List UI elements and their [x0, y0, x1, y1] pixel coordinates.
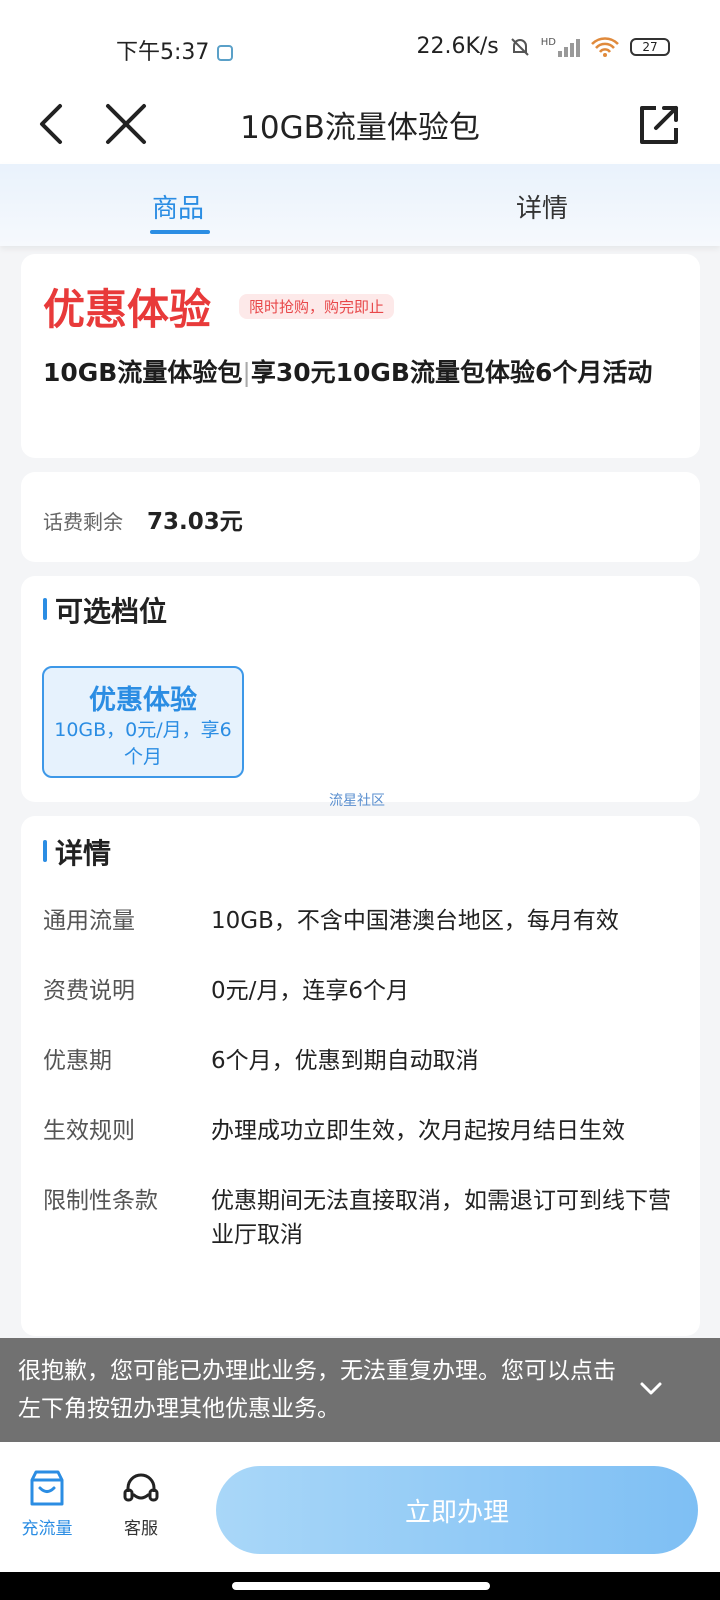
- battery-icon: 27: [630, 37, 670, 56]
- recharge-data-button[interactable]: 充流量: [12, 1468, 82, 1539]
- chevron-down-icon[interactable]: [636, 1374, 666, 1404]
- detail-value: 办理成功立即生效，次月起按月结日生效: [211, 1118, 625, 1144]
- shop-icon: [30, 1470, 64, 1506]
- desc-separator: |: [242, 358, 251, 387]
- section-accent-bar: [43, 840, 47, 862]
- home-indicator[interactable]: [232, 1582, 490, 1590]
- package-name: 10GB流量体验包: [43, 358, 243, 387]
- tier-card: 可选档位 优惠体验 10GB，0元/月，享6个月 流星社区: [21, 576, 700, 809]
- notification-icon: [217, 45, 234, 61]
- detail-label: 限制性条款: [43, 1188, 158, 1214]
- promo-badge: 限时抢购，购完即止: [239, 294, 395, 319]
- notice-toast: 很抱歉，您可能已办理此业务，无法重复办理。您可以点击左下角按钮办理其他优惠业务。: [0, 1338, 720, 1442]
- apply-now-button[interactable]: 立即办理: [216, 1466, 698, 1554]
- cellular-signal-icon: HD: [541, 37, 580, 57]
- tab-details[interactable]: 详情: [516, 188, 568, 225]
- detail-value: 10GB，不含中国港澳台地区，每月有效: [211, 908, 619, 934]
- details-card: 详情 通用流量 10GB，不含中国港澳台地区，每月有效 资费说明 0元/月，连享…: [21, 816, 700, 1336]
- share-icon[interactable]: [630, 96, 686, 152]
- balance-value: 73.03元: [147, 509, 243, 535]
- service-label: 客服: [124, 1519, 158, 1539]
- recharge-label: 充流量: [21, 1519, 73, 1539]
- section-accent-bar: [43, 598, 47, 620]
- tier-option-selected[interactable]: 优惠体验 10GB，0元/月，享6个月: [42, 666, 244, 778]
- mute-bell-icon: [511, 37, 529, 56]
- navbar: 10GB流量体验包: [0, 84, 720, 164]
- tab-bar: 商品 详情: [0, 164, 720, 246]
- battery-level: 27: [642, 39, 658, 54]
- network-speed: 22.6K/s: [416, 34, 499, 59]
- tier-section-title: 可选档位: [55, 595, 168, 628]
- detail-value: 优惠期间无法直接取消，如需退订可到线下营业厅取消: [211, 1188, 671, 1248]
- status-time: 下午5:37: [116, 34, 234, 66]
- detail-label: 生效规则: [43, 1118, 135, 1144]
- bottom-action-bar: 充流量 客服 立即办理: [0, 1442, 720, 1572]
- tier-option-desc: 10GB，0元/月，享6个月: [54, 719, 232, 768]
- wifi-icon: [591, 36, 619, 57]
- system-gesture-area: [0, 1572, 720, 1600]
- status-indicators: 22.6K/s HD 27: [416, 34, 670, 59]
- watermark-text: 流星社区: [329, 793, 385, 809]
- headset-icon: [123, 1473, 159, 1502]
- promo-description: 10GB流量体验包|享30元10GB流量包体验6个月活动: [43, 350, 673, 396]
- details-section-title: 详情: [55, 837, 112, 870]
- clock-text: 下午5:37: [116, 40, 210, 65]
- tab-goods[interactable]: 商品: [152, 188, 204, 225]
- toast-message: 很抱歉，您可能已办理此业务，无法重复办理。您可以点击左下角按钮办理其他优惠业务。: [18, 1358, 616, 1422]
- detail-label: 通用流量: [43, 908, 135, 934]
- page-title: 10GB流量体验包: [240, 110, 480, 146]
- customer-service-button[interactable]: 客服: [106, 1468, 176, 1539]
- status-bar: 下午5:37 22.6K/s HD 27: [0, 0, 720, 84]
- promo-title: 优惠体验: [43, 285, 212, 334]
- detail-value: 6个月，优惠到期自动取消: [211, 1048, 479, 1074]
- detail-label: 资费说明: [43, 978, 135, 1004]
- tier-option-name: 优惠体验: [89, 685, 197, 716]
- hd-label: HD: [540, 36, 556, 48]
- detail-value: 0元/月，连享6个月: [211, 978, 410, 1004]
- balance-label: 话费剩余: [43, 510, 123, 534]
- balance-card: 话费剩余 73.03元: [21, 472, 700, 562]
- package-detail: 享30元10GB流量包体验6个月活动: [250, 358, 653, 387]
- active-tab-indicator: [150, 230, 210, 234]
- promo-card: 优惠体验 限时抢购，购完即止 10GB流量体验包|享30元10GB流量包体验6个…: [21, 254, 700, 458]
- detail-label: 优惠期: [43, 1048, 112, 1074]
